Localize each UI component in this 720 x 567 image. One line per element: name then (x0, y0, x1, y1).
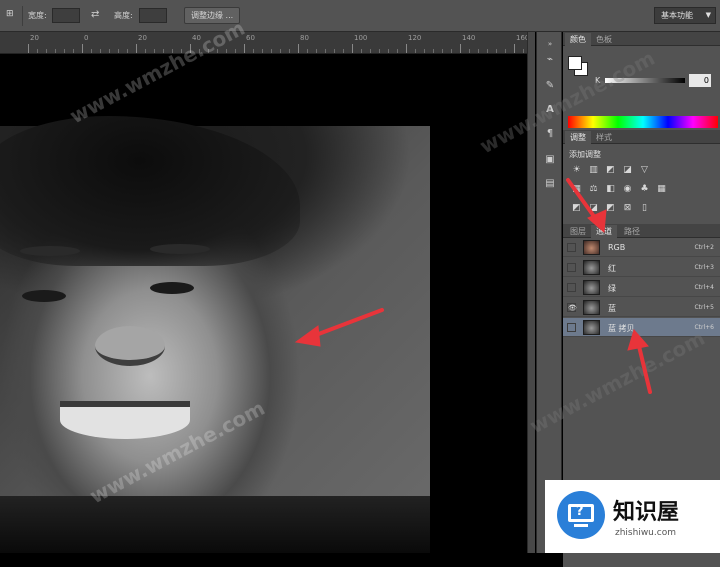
site-url: zhishiwu.com (615, 528, 676, 538)
annotation-arrows (294, 178, 652, 394)
arrow-to-blue-copy (636, 340, 652, 394)
site-name: 知识屋 (613, 500, 680, 525)
site-logo-badge: ? 知识屋 zhishiwu.com (545, 480, 720, 553)
arrow-head-blue-copy (627, 328, 649, 351)
arrow-head-photo (294, 325, 321, 347)
